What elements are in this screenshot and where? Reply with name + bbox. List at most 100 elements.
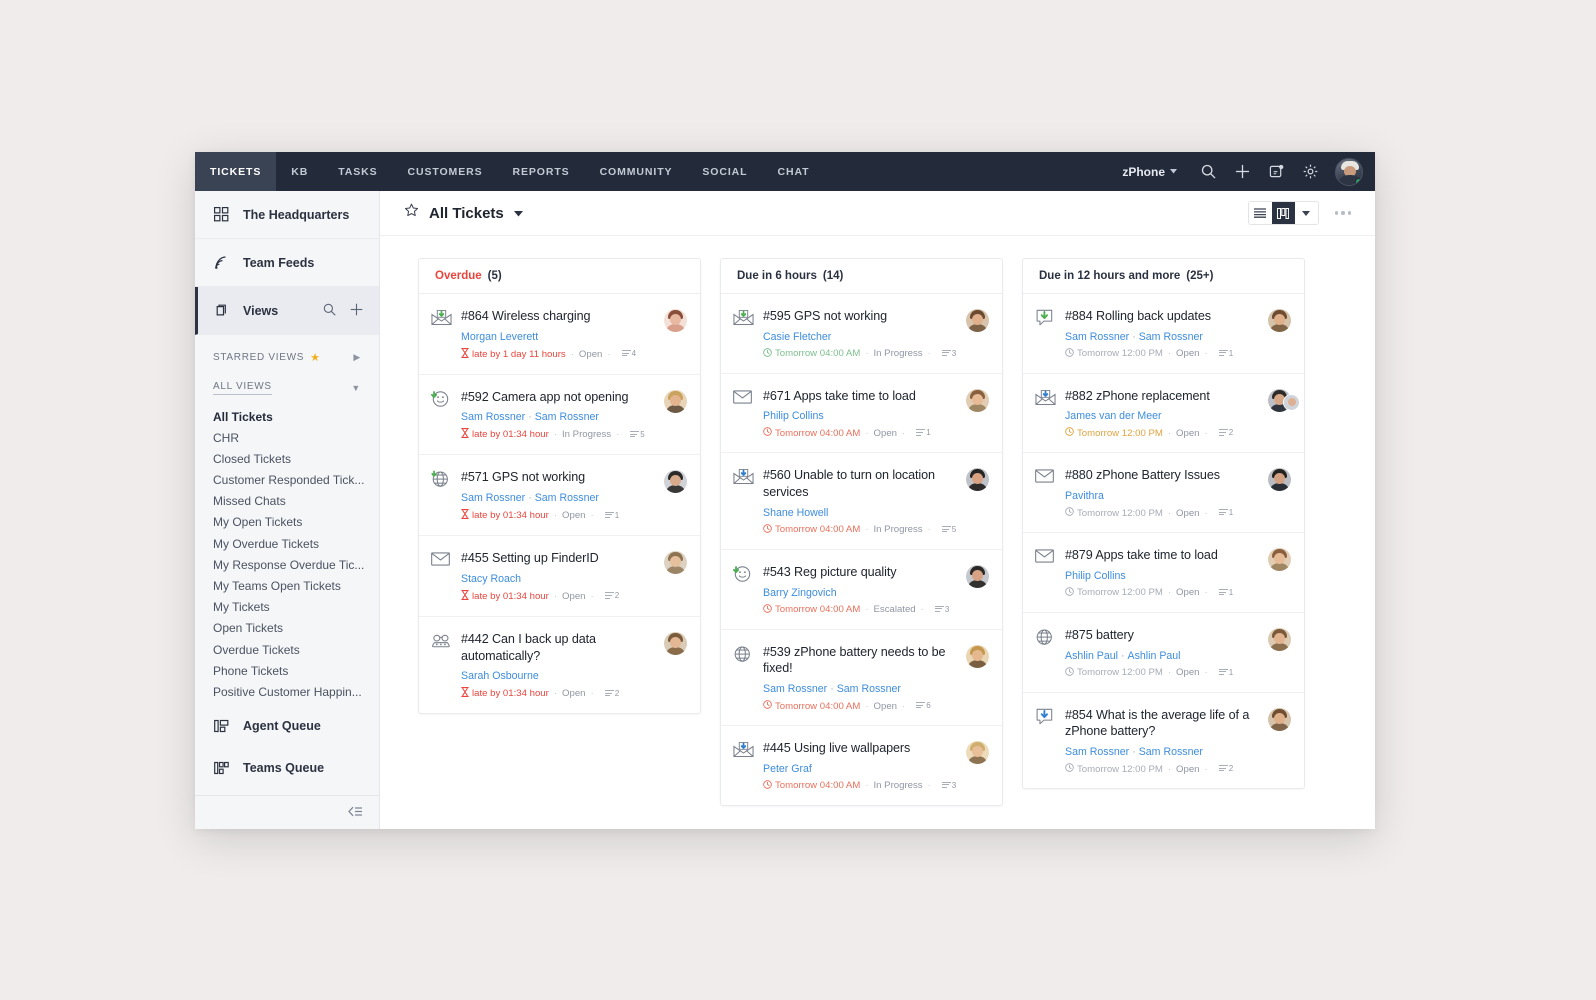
ticket-title[interactable]: #864 Wireless charging	[461, 308, 658, 325]
ticket-title[interactable]: #595 GPS not working	[763, 308, 960, 325]
chevron-down-icon[interactable]	[513, 204, 523, 222]
ticket-card[interactable]: #455 Setting up FinderID Stacy Roach late …	[419, 536, 700, 617]
sidebar-item-team-feeds[interactable]: Team Feeds	[195, 239, 379, 287]
sidebar-view-item[interactable]: Phone Tickets	[195, 660, 379, 681]
ticket-person[interactable]: James van der Meer	[1065, 410, 1162, 422]
ticket-person[interactable]: Philip Collins	[763, 410, 824, 422]
nav-tab-customers[interactable]: CUSTOMERS	[393, 152, 498, 191]
ticket-person[interactable]: Ashlin Paul	[1128, 650, 1181, 662]
ticket-person[interactable]: Casie Fletcher	[763, 331, 831, 343]
user-avatar[interactable]	[1335, 157, 1363, 186]
sidebar-view-item[interactable]: Open Tickets	[195, 618, 379, 639]
list-view-icon[interactable]	[1248, 202, 1272, 224]
ticket-title[interactable]: #879 Apps take time to load	[1065, 547, 1262, 564]
assignee-avatar[interactable]	[966, 644, 989, 668]
ticket-card[interactable]: #875 battery Ashlin Paul · Ashlin Paul Tomor…	[1023, 613, 1304, 693]
search-icon[interactable]	[1191, 152, 1225, 191]
settings-icon[interactable]	[1293, 152, 1327, 191]
add-view-icon[interactable]	[350, 303, 363, 319]
ticket-card[interactable]: #595 GPS not working Casie Fletcher Tomorr…	[721, 294, 1002, 374]
ticket-title[interactable]: #884 Rolling back updates	[1065, 308, 1262, 325]
sidebar-view-item[interactable]: Missed Chats	[195, 491, 379, 512]
secondary-assignee-avatar[interactable]	[1283, 393, 1300, 411]
ticket-person[interactable]: Peter Graf	[763, 763, 812, 775]
ticket-title[interactable]: #882 zPhone replacement	[1065, 388, 1262, 405]
assignee-avatar[interactable]	[1268, 309, 1291, 332]
assignee-avatar[interactable]	[664, 470, 687, 494]
notifications-icon[interactable]	[1259, 152, 1293, 191]
ticket-person[interactable]: Pavithra	[1065, 490, 1104, 502]
add-icon[interactable]	[1225, 152, 1259, 191]
ticket-person[interactable]: Ashlin Paul	[1065, 650, 1118, 662]
sidebar-item-agent-queue[interactable]: Agent Queue	[195, 705, 379, 747]
ticket-card[interactable]: #854 What is the average life of a zPhon…	[1023, 693, 1304, 788]
ticket-card[interactable]: #560 Unable to turn on location services…	[721, 453, 1002, 550]
assignee-avatar[interactable]	[664, 389, 687, 413]
nav-tab-reports[interactable]: REPORTS	[498, 152, 585, 191]
nav-tab-chat[interactable]: CHAT	[762, 152, 824, 191]
ticket-card[interactable]: #880 zPhone Battery Issues Pavithra Tomorr…	[1023, 453, 1304, 534]
ticket-card[interactable]: #592 Camera app not opening Sam Rossner · S…	[419, 375, 700, 456]
sidebar-view-item[interactable]: CHR	[195, 427, 379, 448]
ticket-person[interactable]: Sam Rossner	[461, 411, 525, 423]
ticket-person[interactable]: Sam Rossner	[1139, 331, 1203, 343]
ticket-title[interactable]: #543 Reg picture quality	[763, 564, 960, 581]
brand-selector[interactable]: zPhone	[1122, 165, 1177, 179]
nav-tab-tickets[interactable]: TICKETS	[195, 152, 277, 191]
sidebar-view-item[interactable]: My Response Overdue Tic...	[195, 554, 379, 575]
assignee-avatar[interactable]	[1268, 548, 1291, 572]
assignee-avatar[interactable]	[664, 631, 687, 655]
sidebar-view-item[interactable]: Customer Responded Tick...	[195, 470, 379, 491]
ticket-person[interactable]: Sam Rossner	[763, 683, 827, 695]
starred-views-header[interactable]: STARRED VIEWS ★ ▶	[195, 345, 379, 369]
sidebar-view-item[interactable]: My Teams Open Tickets	[195, 575, 379, 596]
assignee-avatar[interactable]	[1268, 707, 1291, 731]
ticket-title[interactable]: #592 Camera app not opening	[461, 389, 658, 406]
assignee-avatar[interactable]	[966, 741, 989, 765]
sidebar-item-teams-queue[interactable]: Teams Queue	[195, 747, 379, 789]
ticket-title[interactable]: #539 zPhone battery needs to be fixed!	[763, 644, 960, 677]
sidebar-item-views[interactable]: Views	[195, 287, 379, 335]
ticket-person[interactable]: Sarah Osbourne	[461, 670, 539, 682]
ticket-person[interactable]: Sam Rossner	[535, 411, 599, 423]
sidebar-view-item[interactable]: Positive Customer Happin...	[195, 681, 379, 702]
nav-tab-community[interactable]: COMMUNITY	[585, 152, 688, 191]
ticket-person[interactable]: Stacy Roach	[461, 573, 521, 585]
ticket-card[interactable]: #543 Reg picture quality Barry Zingovich T…	[721, 550, 1002, 630]
ticket-person[interactable]: Barry Zingovich	[763, 587, 837, 599]
ticket-person[interactable]: Sam Rossner	[1065, 331, 1129, 343]
ticket-card[interactable]: #671 Apps take time to load Philip Collin…	[721, 374, 1002, 454]
ticket-person[interactable]: Sam Rossner	[461, 492, 525, 504]
more-options-icon[interactable]	[1333, 205, 1354, 221]
assignee-avatar[interactable]	[966, 388, 989, 412]
ticket-title[interactable]: #445 Using live wallpapers	[763, 740, 960, 757]
ticket-card[interactable]: #445 Using live wallpapers Peter Graf Tomo…	[721, 726, 1002, 805]
ticket-person[interactable]: Sam Rossner	[1065, 746, 1129, 758]
ticket-card[interactable]: #882 zPhone replacement James van der Mee…	[1023, 374, 1304, 454]
collapse-sidebar-icon[interactable]	[347, 804, 363, 822]
sidebar-item-the-headquarters[interactable]: The Headquarters	[195, 191, 379, 239]
ticket-card[interactable]: #884 Rolling back updates Sam Rossner · Sam…	[1023, 294, 1304, 374]
view-toggle-chevron-down-icon[interactable]	[1294, 202, 1318, 224]
sidebar-view-item[interactable]: My Overdue Tickets	[195, 533, 379, 554]
ticket-title[interactable]: #571 GPS not working	[461, 469, 658, 486]
search-views-icon[interactable]	[323, 303, 336, 319]
ticket-card[interactable]: #442 Can I back up data automatically? Sa…	[419, 617, 700, 713]
nav-tab-tasks[interactable]: TASKS	[323, 152, 392, 191]
assignee-avatar[interactable]	[664, 309, 687, 332]
ticket-title[interactable]: #455 Setting up FinderID	[461, 550, 658, 567]
ticket-person[interactable]: Sam Rossner	[1139, 746, 1203, 758]
sidebar-view-item[interactable]: All Tickets	[195, 406, 379, 427]
sidebar-view-item[interactable]: Overdue Tickets	[195, 639, 379, 660]
ticket-person[interactable]: Shane Howell	[763, 507, 828, 519]
ticket-title[interactable]: #442 Can I back up data automatically?	[461, 631, 658, 664]
assignee-avatar[interactable]	[1268, 627, 1291, 651]
sidebar-view-item[interactable]: Closed Tickets	[195, 448, 379, 469]
sidebar-view-item[interactable]: My Tickets	[195, 597, 379, 618]
all-views-header[interactable]: ALL VIEWS ▼	[195, 375, 379, 399]
ticket-card[interactable]: #539 zPhone battery needs to be fixed! Sa…	[721, 630, 1002, 727]
sidebar-view-item[interactable]: My Open Tickets	[195, 512, 379, 533]
ticket-person[interactable]: Philip Collins	[1065, 570, 1126, 582]
ticket-title[interactable]: #875 battery	[1065, 627, 1262, 644]
assignee-avatar[interactable]	[966, 468, 989, 492]
